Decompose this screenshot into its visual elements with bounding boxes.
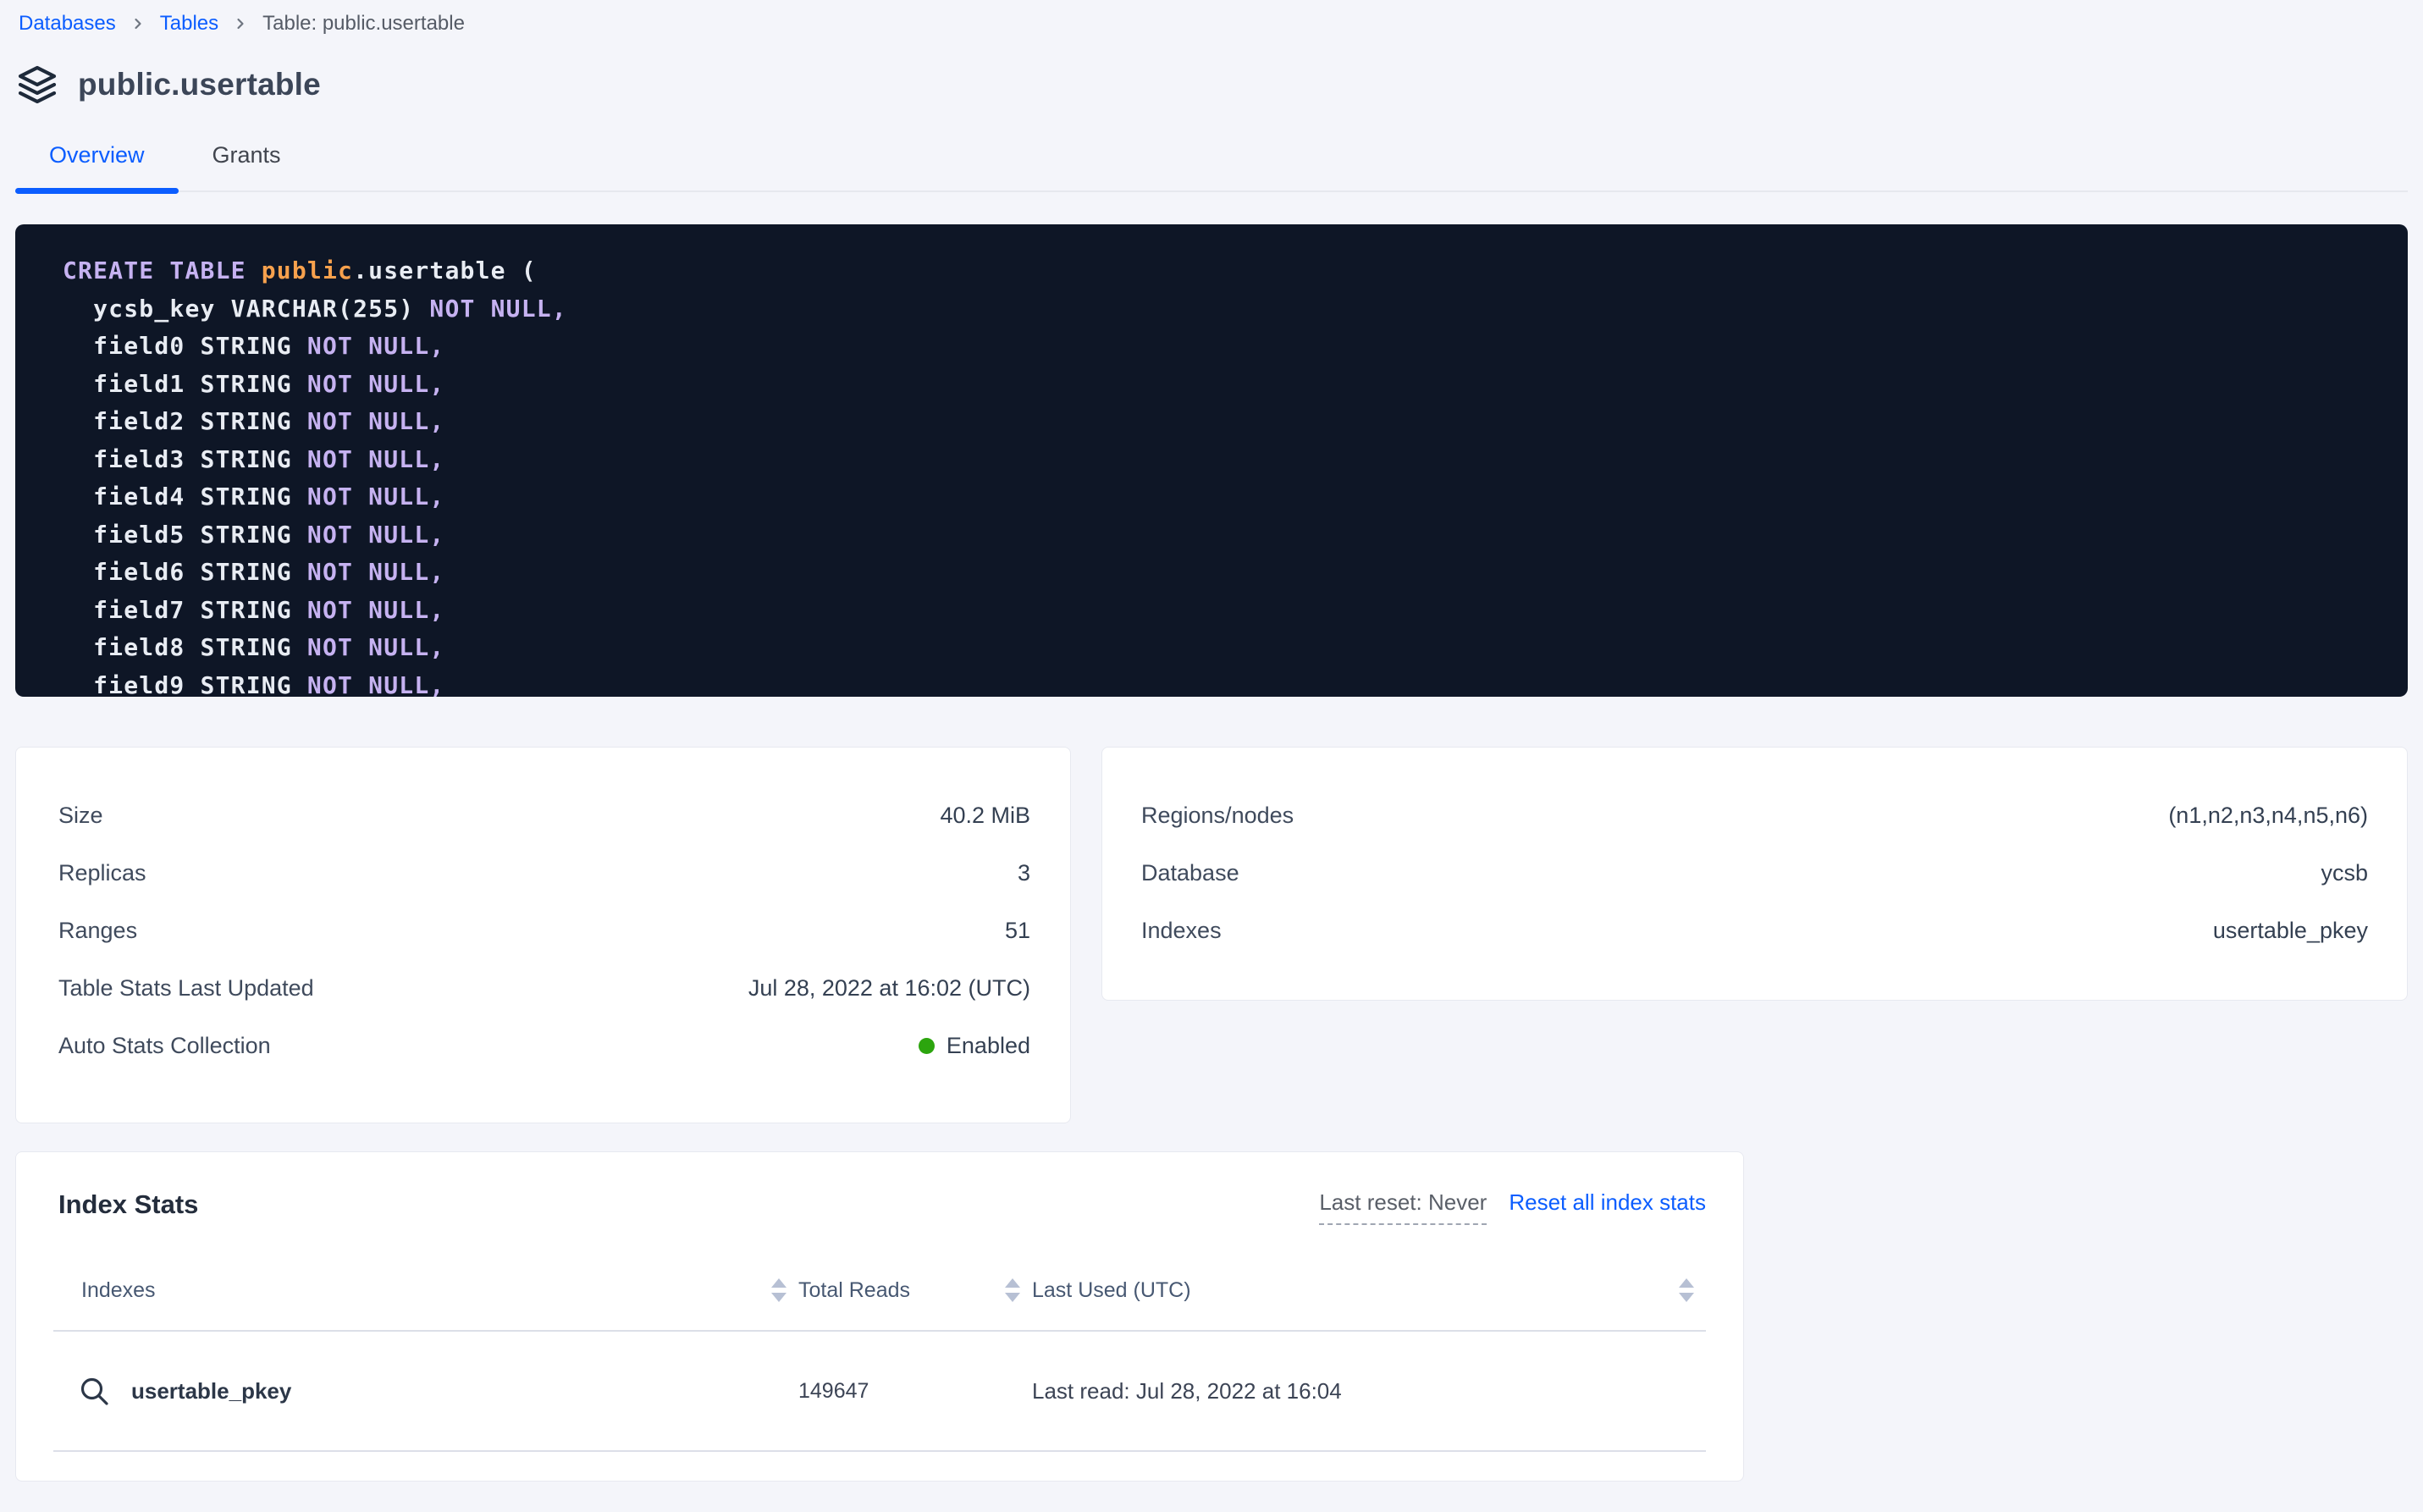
table-meta-card: Regions/nodes (n1,n2,n3,n4,n5,n6) Databa… [1101,747,2408,1001]
stat-value: ycsb [2321,860,2368,886]
stat-label: Regions/nodes [1141,803,1294,829]
stat-row-stats-updated: Table Stats Last Updated Jul 28, 2022 at… [58,959,1030,1017]
index-table-row: usertable_pkey 149647 Last read: Jul 28,… [53,1332,1706,1452]
column-header-indexes[interactable]: Indexes [53,1278,798,1303]
stat-row-ranges: Ranges 51 [58,902,1030,959]
table-stats-card: Size 40.2 MiB Replicas 3 Ranges 51 Table… [15,747,1071,1123]
breadcrumb: Databases Tables Table: public.usertable [15,0,2408,36]
index-name-cell[interactable]: usertable_pkey [53,1374,798,1408]
sort-arrows-icon[interactable] [1679,1278,1694,1302]
column-label: Indexes [53,1278,156,1303]
stat-row-auto-stats: Auto Stats Collection Enabled [58,1017,1030,1074]
stat-label: Ranges [58,918,137,944]
column-header-last-used[interactable]: Last Used (UTC) [1032,1278,1706,1303]
status-enabled-dot [919,1038,935,1054]
stat-label: Auto Stats Collection [58,1033,271,1059]
table-details-page: Databases Tables Table: public.usertable… [0,0,2423,1482]
index-stats-table: Indexes Total Reads Last Used (UTC) [53,1250,1706,1452]
sql-line: field0 STRING NOT NULL, [63,328,2374,366]
sql-line: field4 STRING NOT NULL, [63,478,2374,516]
index-stats-card: Index Stats Last reset: Never Reset all … [15,1151,1744,1482]
stat-label: Size [58,803,103,829]
stat-value: Jul 28, 2022 at 16:02 (UTC) [748,975,1030,1002]
chevron-right-icon [232,14,249,33]
last-used-cell: Last read: Jul 28, 2022 at 16:04 [1032,1378,1706,1404]
sql-line: CREATE TABLE public.usertable ( [63,252,2374,290]
stat-value: 3 [1018,860,1030,886]
stat-row-indexes: Indexes usertable_pkey [1141,902,2368,959]
sql-line: field1 STRING NOT NULL, [63,366,2374,404]
tab-overview[interactable]: Overview [15,142,179,190]
column-header-total-reads[interactable]: Total Reads [798,1278,1032,1303]
chevron-right-icon [130,14,146,33]
stat-label: Table Stats Last Updated [58,975,314,1002]
index-stats-actions: Last reset: Never Reset all index stats [1319,1189,1706,1225]
page-title: public.usertable [78,67,321,102]
stat-value: Enabled [919,1033,1030,1059]
stat-value: usertable_pkey [2213,918,2368,944]
sql-schema-name: public [262,257,353,284]
reset-all-index-stats-link[interactable]: Reset all index stats [1509,1189,1706,1216]
stat-value: 51 [1005,918,1030,944]
overview-stats-row: Size 40.2 MiB Replicas 3 Ranges 51 Table… [15,747,2408,1123]
sort-arrows-icon[interactable] [1005,1278,1020,1302]
stat-value: (n1,n2,n3,n4,n5,n6) [2168,803,2368,829]
page-header: public.usertable [17,64,2408,105]
tab-grants[interactable]: Grants [179,142,315,190]
breadcrumb-databases[interactable]: Databases [19,12,116,36]
breadcrumb-tables[interactable]: Tables [160,12,218,36]
sql-line: field6 STRING NOT NULL, [63,554,2374,592]
sql-line: field8 STRING NOT NULL, [63,629,2374,667]
index-name: usertable_pkey [131,1378,291,1404]
stat-label: Indexes [1141,918,1222,944]
sql-line: field2 STRING NOT NULL, [63,403,2374,441]
stat-row-size: Size 40.2 MiB [58,786,1030,844]
sql-line: ycsb_key VARCHAR(255) NOT NULL, [63,290,2374,328]
index-stats-header: Index Stats Last reset: Never Reset all … [58,1189,1706,1227]
sql-keyword: CREATE TABLE [63,257,262,284]
status-text: Enabled [947,1033,1030,1059]
stat-row-replicas: Replicas 3 [58,844,1030,902]
stat-label: Database [1141,860,1239,886]
index-stats-title: Index Stats [58,1189,198,1220]
stat-row-regions: Regions/nodes (n1,n2,n3,n4,n5,n6) [1141,786,2368,844]
sql-line: field5 STRING NOT NULL, [63,516,2374,555]
column-label: Last Used (UTC) [1032,1278,1191,1303]
sql-table-name: .usertable ( [353,257,537,284]
sql-line: field3 STRING NOT NULL, [63,441,2374,479]
total-reads-cell: 149647 [798,1379,1032,1404]
breadcrumb-current-table: Table: public.usertable [262,12,465,36]
column-label: Total Reads [798,1278,910,1303]
stat-label: Replicas [58,860,146,886]
tab-bar: Overview Grants [15,142,2408,192]
sql-line: field7 STRING NOT NULL, [63,592,2374,630]
layers-stack-icon [17,64,58,105]
sql-line: field9 STRING NOT NULL, [63,667,2374,698]
stat-row-database: Database ycsb [1141,844,2368,902]
stat-value: 40.2 MiB [940,803,1030,829]
create-table-sql-block: CREATE TABLE public.usertable ( ycsb_key… [15,224,2408,697]
last-reset-label[interactable]: Last reset: Never [1319,1189,1487,1225]
index-table-header-row: Indexes Total Reads Last Used (UTC) [53,1250,1706,1332]
magnifier-icon [77,1374,111,1408]
sort-arrows-icon[interactable] [771,1278,787,1302]
